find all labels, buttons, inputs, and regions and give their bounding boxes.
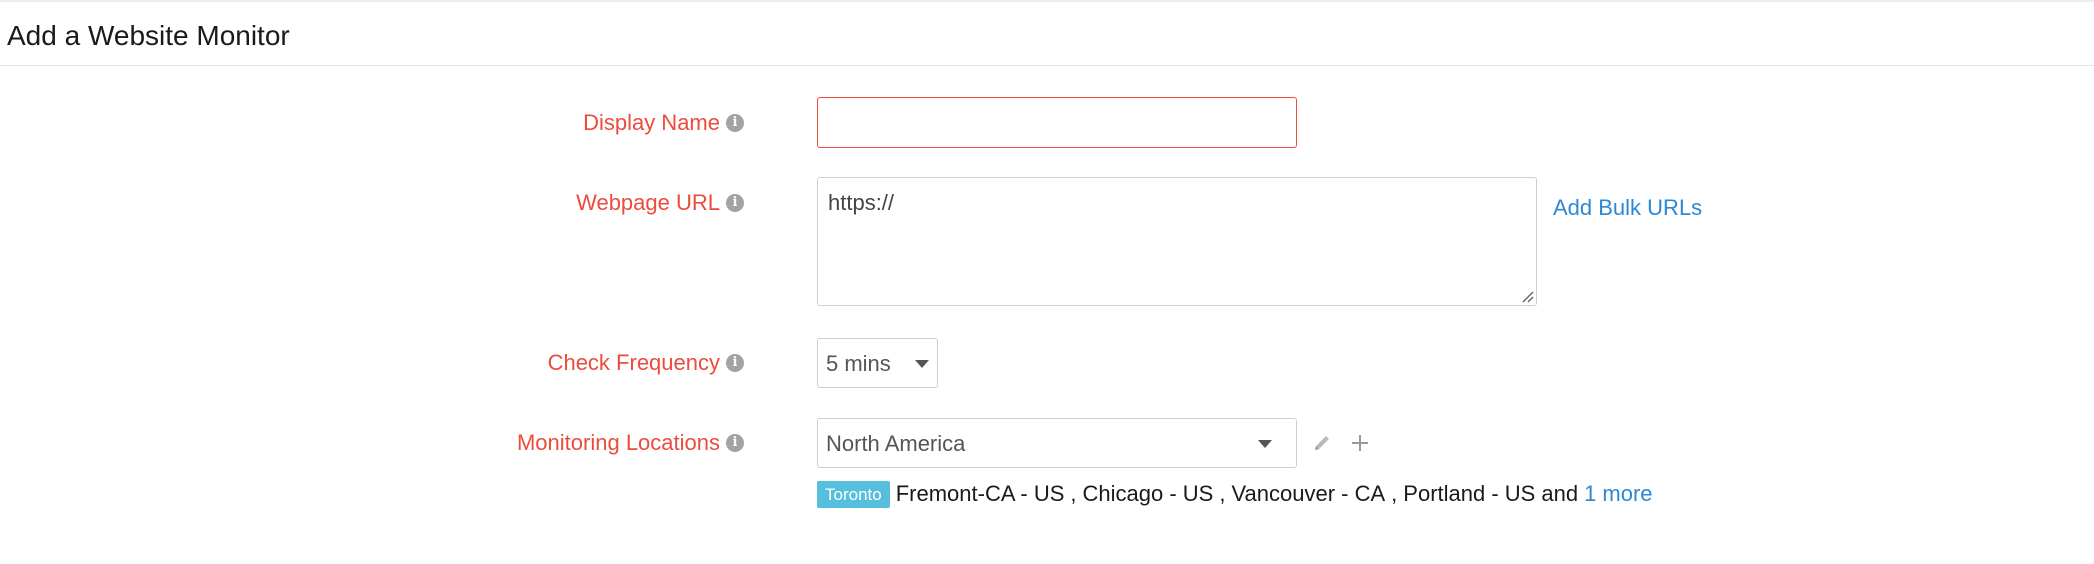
location-item: Portland - US [1403,481,1536,506]
display-name-label-text: Display Name [583,110,720,135]
display-name-input[interactable] [817,97,1297,148]
webpage-url-value: https:// [828,190,895,215]
page-title: Add a Website Monitor [7,20,290,51]
info-icon[interactable]: i [726,194,744,212]
monitoring-locations-label-text: Monitoring Locations [516,430,720,455]
chevron-down-icon [1258,440,1272,448]
monitoring-locations-value: North America [826,431,966,456]
location-conjunction: and [1541,481,1579,506]
location-separator: , [1391,481,1398,506]
monitoring-locations-label: Monitoring Locations i [517,430,744,456]
location-item: Fremont-CA - US [895,481,1065,506]
add-bulk-urls-link[interactable]: Add Bulk URLs [1553,195,1702,221]
check-frequency-select[interactable]: 5 mins [817,338,938,388]
webpage-url-textarea[interactable]: https:// [817,177,1537,306]
resize-handle-icon[interactable] [1520,289,1534,303]
webpage-url-label: Webpage URL i [576,190,744,216]
check-frequency-value: 5 mins [826,351,891,376]
location-item: Chicago - US [1082,481,1214,506]
plus-icon[interactable] [1350,433,1370,453]
more-locations-link[interactable]: 1 more [1584,481,1652,507]
chevron-down-icon [915,360,929,368]
page-header: Add a Website Monitor [0,2,2094,66]
display-name-label: Display Name i [583,110,744,136]
location-separator: , [1219,481,1226,506]
location-item: Vancouver - CA [1231,481,1386,506]
info-icon[interactable]: i [726,354,744,372]
check-frequency-label-text: Check Frequency [547,350,720,375]
monitoring-locations-select[interactable]: North America [817,418,1297,468]
primary-location-badge: Toronto [817,480,890,508]
check-frequency-label: Check Frequency i [548,350,744,376]
info-icon[interactable]: i [726,114,744,132]
webpage-url-label-text: Webpage URL [576,190,720,215]
info-icon[interactable]: i [726,434,744,452]
location-separator: , [1070,481,1077,506]
pencil-icon[interactable] [1311,432,1333,454]
selected-locations-summary: Toronto Fremont-CA - US , Chicago - US ,… [817,480,1653,508]
